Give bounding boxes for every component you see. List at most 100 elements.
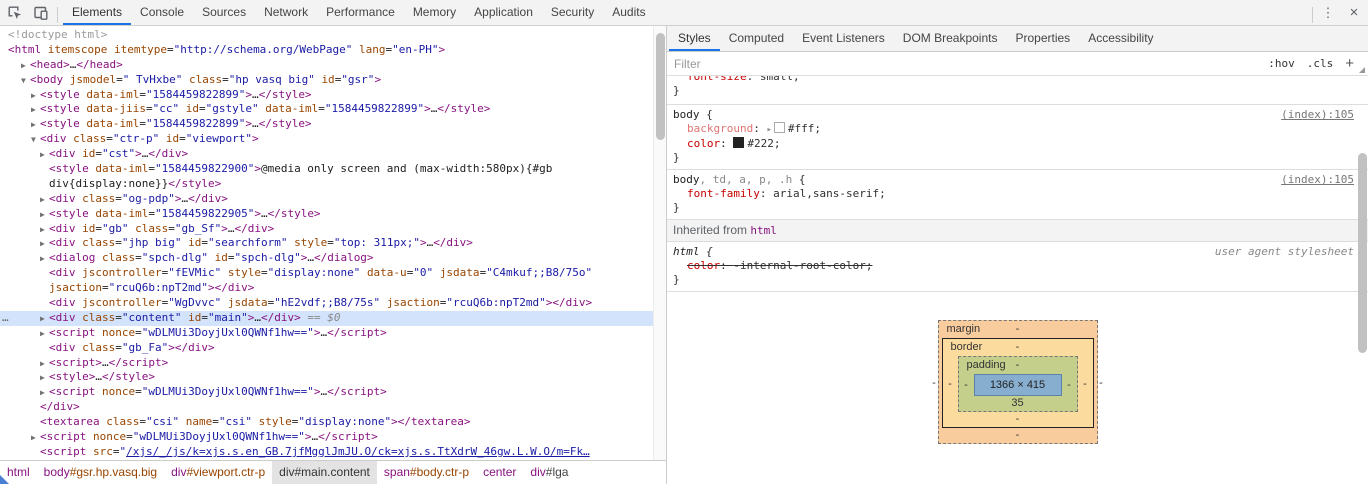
element-classes-button[interactable]: .cls (1307, 57, 1334, 70)
styles-filter-input[interactable] (667, 57, 1256, 71)
inspect-element-button[interactable] (2, 1, 28, 25)
dom-tree-line[interactable]: ▶<script nonce="wDLMUi3DoyjUxl0QWNf1hw==… (0, 430, 653, 445)
dom-tree-line[interactable]: ▶<style data-jiis="cc" id="gstyle" data-… (0, 102, 653, 117)
margin-bottom-value[interactable]: - (1016, 429, 1020, 441)
dom-tree-line[interactable]: ▶<style>…</style> (0, 370, 653, 385)
dom-tree-line[interactable]: ▶<dialog class="spch-dlg" id="spch-dlg">… (0, 251, 653, 266)
dom-tree-line[interactable]: ▶<head>…</head> (0, 58, 653, 73)
dom-tree-line[interactable]: ▶<style data-iml="1584459822899">…</styl… (0, 88, 653, 103)
tab-sources[interactable]: Sources (193, 0, 255, 25)
border-left-value[interactable]: - (943, 378, 958, 390)
dom-tree-line[interactable]: <div jscontroller="WgDvvc" jsdata="hE2vd… (0, 296, 653, 311)
expand-arrow-icon[interactable]: ▶ (40, 208, 49, 223)
expand-arrow-icon[interactable]: ▶ (40, 357, 49, 372)
box-model-margin[interactable]: margin- - border- - padding- - 1366 × 41… (938, 320, 1098, 444)
tab-application[interactable]: Application (465, 0, 542, 25)
dom-tree-line[interactable]: <style data-iml="1584459822900">@media o… (0, 162, 653, 177)
collapse-arrow-icon[interactable]: ▼ (31, 133, 40, 148)
box-model-content[interactable]: 1366 × 415 (974, 374, 1062, 396)
css-declaration[interactable]: color: #222; (673, 137, 1352, 151)
css-rule[interactable]: (index):105body {background: ▸#fff;color… (667, 105, 1368, 170)
scrollbar-thumb[interactable] (1358, 153, 1367, 353)
tab-audits[interactable]: Audits (603, 0, 654, 25)
tab-elements[interactable]: Elements (63, 0, 131, 25)
tab-properties[interactable]: Properties (1006, 26, 1079, 51)
dom-tree-line[interactable]: ▶<script nonce="wDLMUi3DoyjUxl0QWNf1hw==… (0, 385, 653, 400)
dom-tree-line[interactable]: <!doctype html> (0, 28, 653, 43)
expand-arrow-icon[interactable]: ▶ (21, 59, 30, 74)
expand-arrow-icon[interactable]: ▶ (40, 237, 49, 252)
padding-bottom-value[interactable]: 35 (1011, 397, 1023, 409)
css-declaration[interactable]: color: -internal-root-color; (673, 259, 1352, 273)
tab-console[interactable]: Console (131, 0, 193, 25)
tab-event-listeners[interactable]: Event Listeners (793, 26, 894, 51)
elements-scrollbar[interactable] (653, 26, 667, 460)
expand-arrow-icon[interactable]: ▶ (40, 386, 49, 401)
expand-arrow-icon[interactable]: ▶ (31, 118, 40, 133)
margin-right-value[interactable]: - (1094, 377, 1109, 389)
hidden-rules-ellipsis[interactable]: … (2, 311, 10, 326)
tab-network[interactable]: Network (255, 0, 317, 25)
box-model-padding[interactable]: padding- - 1366 × 415 - 35 (958, 356, 1078, 412)
css-rule[interactable]: (index):105body, td, a, p, .h {font-fami… (667, 170, 1368, 220)
color-swatch[interactable] (733, 137, 744, 148)
tab-dom-breakpoints[interactable]: DOM Breakpoints (894, 26, 1007, 51)
breadcrumb-item[interactable]: div#main.content (272, 461, 377, 484)
tab-accessibility[interactable]: Accessibility (1079, 26, 1162, 51)
styles-scrollbar[interactable] (1356, 50, 1368, 484)
breadcrumb-item[interactable]: div#lga (523, 461, 575, 484)
css-declaration[interactable]: font-family: arial,sans-serif; (673, 187, 1352, 201)
dom-tree-line[interactable]: ▼<body jsmodel=" TvHxbe" class="hp vasq … (0, 73, 653, 88)
expand-arrow-icon[interactable]: ▶ (40, 252, 49, 267)
dom-tree-line[interactable]: ▶<script>…</script> (0, 356, 653, 371)
breadcrumb-item[interactable]: div#viewport.ctr-p (164, 461, 272, 484)
tab-styles[interactable]: Styles (669, 26, 720, 51)
expand-arrow-icon[interactable]: ▶ (40, 223, 49, 238)
expand-arrow-icon[interactable]: ▶ (31, 89, 40, 104)
padding-left-value[interactable]: - (959, 379, 974, 391)
box-model-border[interactable]: border- - padding- - 1366 × 415 - 35 (942, 338, 1094, 428)
dom-tree-line[interactable]: <script src="/xjs/_/js/k=xjs.s.en_GB.7jf… (0, 445, 653, 460)
border-right-value[interactable]: - (1078, 378, 1093, 390)
dom-tree-line[interactable]: div{display:none}}</style> (0, 177, 653, 192)
dom-tree-line[interactable]: <textarea class="csi" name="csi" style="… (0, 415, 653, 430)
new-style-rule-button[interactable]: + (1345, 54, 1354, 74)
margin-left-value[interactable]: - (927, 377, 942, 389)
breadcrumb-item[interactable]: center (476, 461, 523, 484)
style-source-link[interactable]: (index):105 (1281, 108, 1354, 122)
style-source-link[interactable]: (index):105 (1281, 173, 1354, 187)
scrollbar-thumb[interactable] (656, 33, 665, 140)
dom-tree-line[interactable]: ▶<style data-iml="1584459822905">…</styl… (0, 207, 653, 222)
close-devtools-button[interactable]: × (1340, 4, 1368, 21)
dom-tree-line[interactable]: ▶<style data-iml="1584459822899">…</styl… (0, 117, 653, 132)
tab-memory[interactable]: Memory (404, 0, 465, 25)
expand-arrow-icon[interactable]: ▶ (40, 312, 49, 327)
color-swatch[interactable] (774, 122, 785, 133)
padding-top-value[interactable]: - (1016, 359, 1020, 371)
margin-top-value[interactable]: - (1016, 323, 1020, 335)
dom-tree-line[interactable]: <html itemscope itemtype="http://schema.… (0, 43, 653, 58)
toggle-device-toolbar-button[interactable] (28, 1, 54, 25)
css-declaration[interactable]: font-size: small; (673, 76, 1352, 84)
css-declaration[interactable]: background: ▸#fff; (673, 122, 1352, 137)
dom-tree-line[interactable]: jsaction="rcuQ6b:npT2md"></div> (0, 281, 653, 296)
expand-shorthand-icon[interactable]: ▸ (766, 125, 771, 135)
dom-tree-line[interactable]: <div jscontroller="fEVMic" style="displa… (0, 266, 653, 281)
expand-arrow-icon[interactable]: ▶ (40, 327, 49, 342)
toggle-element-state-button[interactable]: :hov (1268, 57, 1295, 70)
css-rule[interactable]: font-size: small;} (667, 76, 1368, 105)
css-rule[interactable]: user agent stylesheethtml {color: -inter… (667, 242, 1368, 292)
border-bottom-value[interactable]: - (1016, 413, 1020, 425)
tab-performance[interactable]: Performance (317, 0, 404, 25)
expand-arrow-icon[interactable]: ▶ (40, 371, 49, 386)
padding-right-value[interactable]: - (1062, 379, 1077, 391)
dom-tree-line[interactable]: ▶<script nonce="wDLMUi3DoyjUxl0QWNf1hw==… (0, 326, 653, 341)
dom-tree-line[interactable]: ▼<div class="ctr-p" id="viewport"> (0, 132, 653, 147)
dom-tree-line[interactable]: </div> (0, 400, 653, 415)
expand-arrow-icon[interactable]: ▶ (31, 431, 40, 446)
expand-arrow-icon[interactable]: ▶ (40, 148, 49, 163)
expand-arrow-icon[interactable]: ▶ (31, 103, 40, 118)
dom-tree-line[interactable]: …▶<div class="content" id="main">…</div>… (0, 311, 653, 326)
dom-tree-line[interactable]: ▶<div class="og-pdp">…</div> (0, 192, 653, 207)
dom-tree-line[interactable]: ▶<div id="gb" class="gb_Sf">…</div> (0, 222, 653, 237)
